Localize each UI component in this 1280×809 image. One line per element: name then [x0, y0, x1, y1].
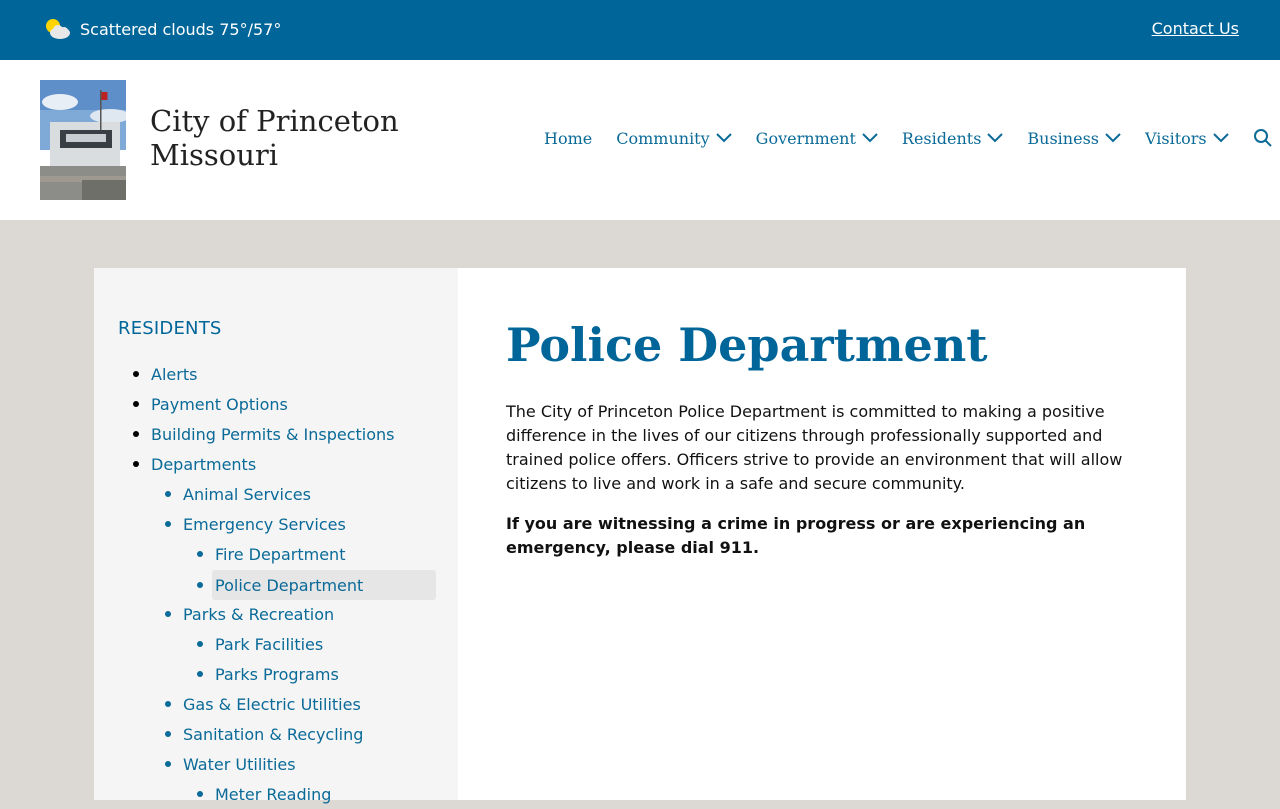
- bullet-icon: [165, 611, 171, 617]
- nav-business[interactable]: Business: [1027, 129, 1121, 148]
- sidebar-item-building-permits[interactable]: Building Permits & Inspections: [133, 419, 395, 449]
- emergency-notice: If you are witnessing a crime in progres…: [506, 514, 1086, 557]
- content-area: RESIDENTS Alerts Payment Options Buildin…: [94, 268, 1186, 804]
- bullet-icon: [165, 521, 171, 527]
- nav-label: Residents: [901, 128, 982, 148]
- nav-visitors[interactable]: Visitors: [1145, 129, 1229, 148]
- sidebar-item-label: Water Utilities: [183, 754, 296, 774]
- sidebar-item-sanitation-recycling[interactable]: Sanitation & Recycling: [165, 719, 364, 749]
- sidebar-item-label: Parks Programs: [215, 664, 339, 684]
- nav-government[interactable]: Government: [756, 129, 878, 148]
- sidebar-item-meter-reading[interactable]: Meter Reading: [197, 779, 332, 809]
- intro-paragraph: The City of Princeton Police Department …: [506, 402, 1123, 493]
- site-header: City of Princeton Missouri Home Communit…: [0, 60, 1280, 220]
- partly-cloudy-icon: [44, 17, 72, 41]
- contact-us-link[interactable]: Contact Us: [1152, 19, 1239, 38]
- sidebar-item-park-facilities[interactable]: Park Facilities: [197, 629, 324, 659]
- sidebar-item-label: Fire Department: [215, 544, 346, 564]
- sidebar-item-label: Payment Options: [151, 394, 288, 414]
- page-title: Police Department: [506, 318, 988, 372]
- sidebar-item-departments[interactable]: Departments: [133, 449, 257, 479]
- chevron-down-icon: [987, 133, 1004, 143]
- bullet-icon: [197, 551, 203, 557]
- bullet-icon: [133, 461, 139, 467]
- sidebar-item-label: Building Permits & Inspections: [151, 424, 395, 444]
- chevron-down-icon: [862, 133, 878, 143]
- sidebar-item-label: Police Department: [215, 575, 364, 595]
- chevron-down-icon: [1105, 133, 1121, 143]
- bullet-icon: [165, 701, 171, 707]
- bullet-icon: [165, 731, 171, 737]
- city-hall-photo[interactable]: [40, 80, 126, 200]
- nav-label: Home: [544, 128, 593, 148]
- sidebar-item-label: Gas & Electric Utilities: [183, 694, 361, 714]
- nav-residents[interactable]: Residents: [902, 129, 1004, 148]
- chevron-down-icon: [715, 133, 732, 143]
- bullet-icon: [197, 671, 203, 677]
- sidebar-item-alerts[interactable]: Alerts: [133, 359, 198, 389]
- bullet-icon: [133, 431, 139, 437]
- bullet-icon: [133, 401, 139, 407]
- sidebar-heading[interactable]: RESIDENTS: [118, 318, 222, 339]
- sidebar-item-gas-electric[interactable]: Gas & Electric Utilities: [165, 689, 361, 719]
- sidebar-item-label: Meter Reading: [215, 784, 332, 804]
- sidebar-item-water-utilities[interactable]: Water Utilities: [165, 749, 296, 779]
- bullet-icon: [197, 582, 203, 588]
- main-nav: Home Community Government Residents Busi…: [544, 128, 1273, 148]
- sidebar-item-parks-recreation[interactable]: Parks & Recreation: [165, 599, 335, 629]
- site-title-line1: City of Princeton: [150, 104, 399, 138]
- weather-widget: Scattered clouds 75°/57°: [44, 17, 281, 41]
- bullet-icon: [133, 371, 139, 377]
- sidebar-item-label: Alerts: [151, 364, 198, 384]
- nav-community[interactable]: Community: [616, 128, 732, 148]
- bullet-icon: [197, 791, 203, 797]
- sidebar-item-label: Park Facilities: [215, 634, 324, 654]
- sidebar-item-payment-options[interactable]: Payment Options: [133, 389, 288, 419]
- sidebar-item-police-department[interactable]: Police Department: [197, 570, 436, 600]
- site-title[interactable]: City of Princeton Missouri: [150, 104, 400, 172]
- sidebar-item-emergency-services[interactable]: Emergency Services: [165, 509, 346, 539]
- nav-label: Government: [755, 128, 856, 148]
- nav-label: Community: [616, 128, 710, 148]
- bullet-icon: [197, 641, 203, 647]
- chevron-down-icon: [1212, 133, 1229, 143]
- top-bar: Scattered clouds 75°/57° Contact Us: [0, 0, 1280, 60]
- bullet-icon: [165, 761, 171, 767]
- sidebar-item-fire-department[interactable]: Fire Department: [197, 539, 346, 569]
- sidebar-item-animal-services[interactable]: Animal Services: [165, 479, 311, 509]
- main-content: Police Department The City of Princeton …: [506, 318, 1136, 576]
- sidebar-item-parks-programs[interactable]: Parks Programs: [197, 659, 339, 689]
- nav-label: Business: [1027, 128, 1099, 148]
- sidebar-item-label: Sanitation & Recycling: [183, 724, 364, 744]
- nav-label: Visitors: [1145, 128, 1207, 148]
- site-title-line2: Missouri: [150, 138, 279, 172]
- sidebar-item-label: Animal Services: [183, 484, 311, 504]
- sidebar: RESIDENTS Alerts Payment Options Buildin…: [94, 268, 458, 804]
- bullet-icon: [165, 491, 171, 497]
- sidebar-item-label: Emergency Services: [183, 514, 346, 534]
- sidebar-item-label: Parks & Recreation: [183, 604, 335, 624]
- nav-home[interactable]: Home: [544, 129, 592, 148]
- search-icon[interactable]: [1253, 128, 1273, 148]
- weather-text: Scattered clouds 75°/57°: [80, 19, 282, 39]
- sidebar-item-label: Departments: [151, 454, 257, 474]
